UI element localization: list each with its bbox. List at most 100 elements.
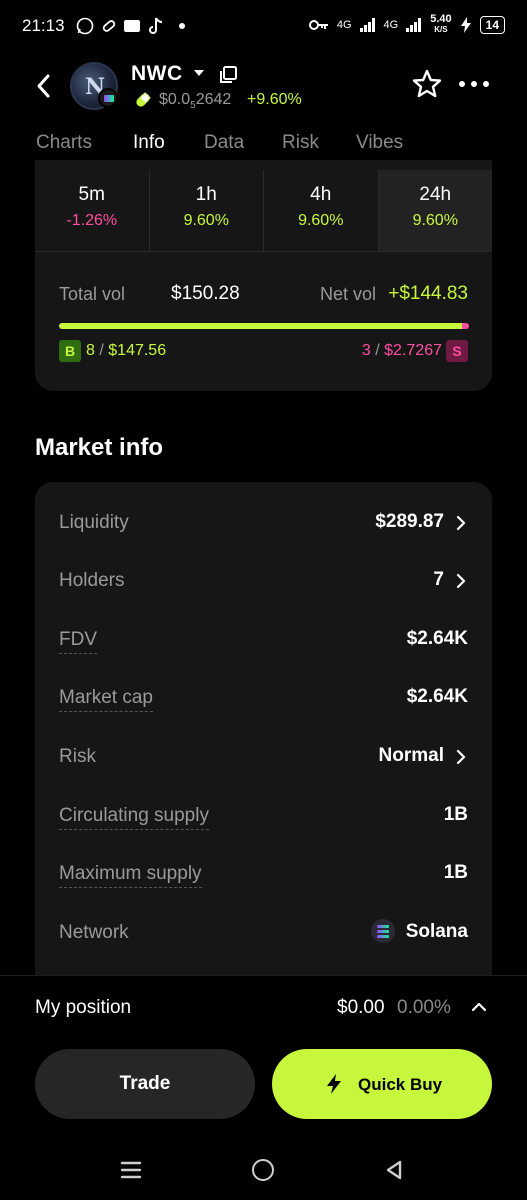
market-row-label[interactable]: Maximum supply xyxy=(59,863,202,888)
chevron-right-icon xyxy=(456,749,466,765)
status-right: 4G 4G 5.40 K/S 14 xyxy=(308,14,505,35)
market-row-network: Network Solana xyxy=(35,904,492,962)
timeframe-4h[interactable]: 4h 9.60% xyxy=(264,170,379,251)
signal-icon-2 xyxy=(406,17,422,32)
charging-icon xyxy=(460,16,471,33)
token-symbol[interactable]: NWC xyxy=(131,62,183,86)
market-row-label: Network xyxy=(59,922,129,943)
market-row-holders[interactable]: Holders 7 xyxy=(35,552,492,610)
recent-apps-icon[interactable] xyxy=(120,1160,142,1180)
buy-count: 8 xyxy=(86,342,95,359)
speed-value: 5.40 xyxy=(430,13,452,25)
back-arrow-icon[interactable] xyxy=(30,66,60,106)
more-options-icon[interactable] xyxy=(456,70,492,98)
price-change: +9.60% xyxy=(247,91,302,108)
timeframe-5m[interactable]: 5m -1.26% xyxy=(35,170,150,251)
tab-risk[interactable]: Risk xyxy=(282,132,319,154)
whatsapp-icon xyxy=(76,17,94,35)
solana-icon xyxy=(371,919,395,943)
token-price: $0.052642 xyxy=(159,91,231,111)
sell-badge: S xyxy=(446,340,468,362)
market-row-label[interactable]: FDV xyxy=(59,629,97,654)
quick-buy-button[interactable]: Quick Buy xyxy=(272,1049,492,1119)
separator: / xyxy=(99,342,104,359)
market-info-card: Liquidity $289.87 Holders 7 FDV $2.64K M… xyxy=(35,482,492,1002)
buy-badge: B xyxy=(59,340,81,362)
speed-unit: K/S xyxy=(434,25,448,34)
timeframe-selector: 5m -1.26% 1h 9.60% 4h 9.60% 24h 9.60% xyxy=(35,170,492,252)
timeframe-change: 9.60% xyxy=(183,212,229,229)
market-row-fdv: FDV $2.64K xyxy=(35,611,492,669)
market-row-value: 1B xyxy=(443,804,468,825)
sell-amount: $2.7267 xyxy=(384,342,442,359)
timeframe-change: 9.60% xyxy=(298,212,344,229)
net-vol-label: Net vol xyxy=(319,284,376,304)
tab-vibes[interactable]: Vibes xyxy=(356,132,403,154)
market-row-value: Solana xyxy=(405,921,468,942)
volume-card: 5m -1.26% 1h 9.60% 4h 9.60% 24h 9.60% To… xyxy=(35,160,492,391)
market-row-label: Liquidity xyxy=(59,512,129,533)
total-vol-value: $150.28 xyxy=(171,283,240,304)
market-row-value: 7 xyxy=(433,569,444,590)
tab-data[interactable]: Data xyxy=(204,132,244,154)
network-1-label: 4G xyxy=(336,18,352,31)
copy-icon[interactable] xyxy=(218,65,238,85)
market-row-market-cap: Market cap $2.64K xyxy=(35,669,492,727)
tab-charts[interactable]: Charts xyxy=(36,132,92,154)
price-prefix: $0.0 xyxy=(159,91,191,108)
signal-icon xyxy=(359,17,375,32)
battery-indicator: 14 xyxy=(479,15,505,34)
sells-summary: 3 / $2.7267 xyxy=(362,342,442,360)
trade-button[interactable]: Trade xyxy=(35,1049,255,1119)
market-row-label[interactable]: Market cap xyxy=(59,687,153,712)
market-row-label: Holders xyxy=(59,570,125,591)
position-value: $0.00 xyxy=(337,997,385,1018)
key-icon xyxy=(308,19,328,30)
market-row-value: $289.87 xyxy=(375,511,444,532)
market-row-label[interactable]: Circulating supply xyxy=(59,805,209,830)
market-row-liquidity[interactable]: Liquidity $289.87 xyxy=(35,494,492,552)
quick-buy-label: Quick Buy xyxy=(358,1075,443,1094)
speed-readout: 5.40 K/S xyxy=(430,14,451,35)
buys-summary: 8 / $147.56 xyxy=(86,342,166,360)
market-row-circulating-supply: Circulating supply 1B xyxy=(35,787,492,845)
market-row-risk[interactable]: Risk Normal xyxy=(35,728,492,786)
market-row-value: Normal xyxy=(378,745,444,766)
market-row-maximum-supply: Maximum supply 1B xyxy=(35,845,492,903)
status-bar: 21:13 4G 4G 5.40 K/S 14 xyxy=(0,0,527,52)
chevron-right-icon xyxy=(456,515,466,531)
market-row-value: 1B xyxy=(443,862,468,883)
home-icon[interactable] xyxy=(252,1159,274,1181)
position-pct: 0.00% xyxy=(397,997,451,1018)
timeframe-label: 24h xyxy=(419,184,452,205)
timeframe-change: -1.26% xyxy=(66,212,118,229)
chevron-right-icon xyxy=(456,573,466,589)
market-row-value: $2.64K xyxy=(406,686,468,707)
app-notification-icon xyxy=(124,20,140,32)
buy-amount: $147.56 xyxy=(108,342,167,359)
link-icon xyxy=(102,20,116,32)
market-info-title: Market info xyxy=(35,434,164,461)
lightning-icon xyxy=(327,1074,341,1094)
back-triangle-icon[interactable] xyxy=(384,1159,404,1181)
chevron-up-icon[interactable] xyxy=(470,998,488,1016)
caret-down-icon[interactable] xyxy=(193,68,205,78)
tab-info[interactable]: Info xyxy=(133,132,165,154)
separator: / xyxy=(375,342,380,359)
buy-volume-fill xyxy=(59,323,462,329)
buy-sell-ratio-bar xyxy=(59,323,469,329)
token-header: N NWC $0.052642 +9.60% xyxy=(0,52,527,120)
pill-icon xyxy=(136,92,151,107)
star-icon[interactable] xyxy=(411,68,443,100)
timeframe-label: 4h xyxy=(310,184,332,205)
solana-chain-icon xyxy=(98,88,118,108)
market-row-label: Risk xyxy=(59,746,96,767)
timeframe-1h[interactable]: 1h 9.60% xyxy=(150,170,264,251)
timeframe-label: 5m xyxy=(78,184,105,205)
timeframe-24h[interactable]: 24h 9.60% xyxy=(378,170,492,251)
status-time: 21:13 xyxy=(22,16,65,35)
price-digits: 2642 xyxy=(195,91,232,108)
net-vol-value: +$144.83 xyxy=(388,283,468,304)
total-vol-label: Total vol xyxy=(59,284,126,304)
my-position-label: My position xyxy=(35,997,132,1018)
